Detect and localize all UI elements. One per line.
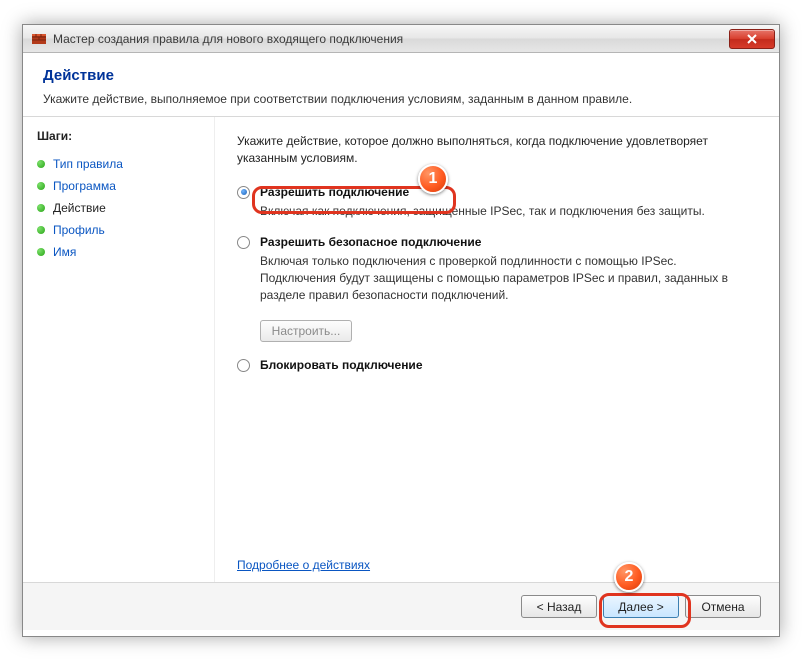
bullet-icon (37, 160, 45, 168)
window-title: Мастер создания правила для нового входя… (53, 32, 729, 46)
footer: < Назад Далее > Отмена (23, 582, 779, 630)
step-program[interactable]: Программа (37, 175, 200, 197)
next-button[interactable]: Далее > (603, 595, 679, 618)
radio-allow-desc: Включая как подключения, защищенные IPSe… (260, 203, 753, 220)
wizard-window: Мастер создания правила для нового входя… (22, 24, 780, 637)
header: Действие Укажите действие, выполняемое п… (23, 53, 779, 117)
steps-heading: Шаги: (37, 129, 200, 143)
page-title: Действие (43, 67, 759, 84)
step-label: Программа (53, 179, 116, 193)
customize-button: Настроить... (260, 320, 352, 342)
radio-allow-connection[interactable]: Разрешить подключение (237, 185, 753, 199)
radio-icon (237, 236, 250, 249)
close-icon (747, 34, 757, 44)
body: Шаги: Тип правила Программа Действие Про… (23, 117, 779, 582)
radio-allow-secure-desc: Включая только подключения с проверкой п… (260, 253, 753, 303)
step-rule-type[interactable]: Тип правила (37, 153, 200, 175)
cancel-button[interactable]: Отмена (685, 595, 761, 618)
steps-sidebar: Шаги: Тип правила Программа Действие Про… (23, 117, 215, 582)
close-button[interactable] (729, 29, 775, 49)
intro-line: указанным условиям. (237, 151, 358, 165)
step-label: Имя (53, 245, 76, 259)
content-intro: Укажите действие, которое должно выполня… (237, 133, 753, 167)
step-label: Действие (53, 201, 106, 215)
radio-label: Блокировать подключение (260, 358, 423, 372)
bullet-icon (37, 248, 45, 256)
bullet-icon (37, 204, 45, 212)
intro-line: Укажите действие, которое должно выполня… (237, 134, 708, 148)
page-subtitle: Укажите действие, выполняемое при соотве… (43, 92, 759, 106)
radio-icon (237, 186, 250, 199)
radio-icon (237, 359, 250, 372)
bullet-icon (37, 226, 45, 234)
bullet-icon (37, 182, 45, 190)
firewall-icon (31, 31, 47, 47)
radio-allow-secure[interactable]: Разрешить безопасное подключение (237, 235, 753, 249)
titlebar: Мастер создания правила для нового входя… (23, 25, 779, 53)
help-link[interactable]: Подробнее о действиях (237, 558, 370, 572)
back-button[interactable]: < Назад (521, 595, 597, 618)
content-area: Укажите действие, которое должно выполня… (215, 117, 779, 582)
radio-label: Разрешить безопасное подключение (260, 235, 481, 249)
step-action: Действие (37, 197, 200, 219)
step-label: Тип правила (53, 157, 123, 171)
radio-label: Разрешить подключение (260, 185, 409, 199)
step-name[interactable]: Имя (37, 241, 200, 263)
radio-block[interactable]: Блокировать подключение (237, 358, 753, 372)
step-label: Профиль (53, 223, 105, 237)
step-profile[interactable]: Профиль (37, 219, 200, 241)
